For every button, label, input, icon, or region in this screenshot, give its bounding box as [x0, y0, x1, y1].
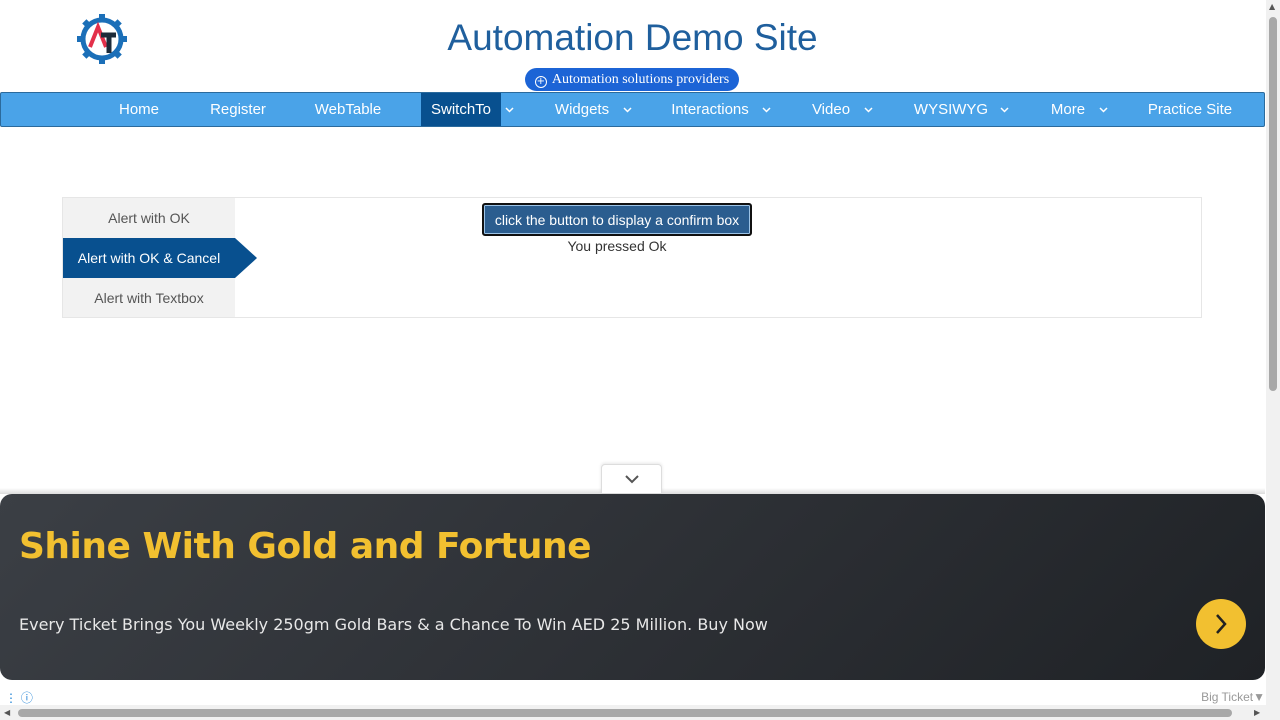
info-icon[interactable]: ⓘ — [21, 691, 33, 705]
chevron-down-icon[interactable] — [1096, 93, 1110, 126]
tab-alert-textbox[interactable]: Alert with Textbox — [63, 278, 235, 318]
nav-interactions[interactable]: Interactions — [665, 93, 755, 126]
nav-register[interactable]: Register — [198, 93, 278, 126]
confirm-box-button[interactable]: click the button to display a confirm bo… — [482, 203, 752, 236]
site-title: Automation Demo Site — [447, 17, 818, 58]
chevron-down-icon[interactable] — [861, 93, 875, 126]
nav-switchto[interactable]: SwitchTo — [421, 93, 501, 126]
confirm-result-text: You pressed Ok — [567, 238, 667, 254]
nav-webtable[interactable]: WebTable — [305, 93, 391, 126]
active-tab-arrow-icon — [235, 238, 257, 278]
ad-info[interactable]: ⋮ ⓘ — [5, 689, 33, 706]
chevron-down-icon[interactable] — [620, 93, 634, 126]
tagline-text: Automation solutions providers — [551, 72, 730, 87]
alert-tabs: Alert with OK Alert with OK & Cancel Ale… — [63, 198, 257, 318]
horizontal-scroll-thumb[interactable] — [18, 709, 1232, 717]
plus-circle-icon: + — [534, 76, 547, 88]
caret-down-icon: ▼ — [1253, 690, 1265, 704]
chevron-right-icon — [1216, 614, 1227, 634]
vertical-scroll-thumb[interactable] — [1269, 17, 1277, 391]
ad-text: Every Ticket Brings You Weekly 250gm Gol… — [19, 615, 768, 634]
tab-alert-ok-cancel[interactable]: Alert with OK & Cancel — [63, 238, 257, 278]
nav-practice-site[interactable]: Practice Site — [1140, 93, 1240, 126]
nav-more[interactable]: More — [1041, 93, 1095, 126]
nav-video[interactable]: Video — [801, 93, 861, 126]
nav-widgets[interactable]: Widgets — [542, 93, 622, 126]
vertical-scrollbar[interactable]: ▲ — [1266, 0, 1280, 720]
ad-title: Shine With Gold and Fortune — [19, 526, 592, 567]
nav-home[interactable]: Home — [107, 93, 171, 126]
chevron-down-icon[interactable] — [997, 93, 1011, 126]
tab-alert-ok-cancel-label: Alert with OK & Cancel — [77, 250, 221, 266]
tab-alert-ok[interactable]: Alert with OK — [63, 198, 235, 238]
chevron-down-icon[interactable] — [502, 93, 516, 126]
tagline-badge[interactable]: + Automation solutions providers — [525, 68, 739, 91]
scroll-left-icon[interactable]: ◀ — [4, 708, 10, 717]
scroll-right-icon[interactable]: ▶ — [1254, 708, 1260, 717]
main-navbar: Home Register WebTable SwitchTo Widgets … — [0, 92, 1265, 127]
chevron-down-icon[interactable] — [759, 93, 773, 126]
ad-banner[interactable]: Shine With Gold and Fortune Every Ticket… — [0, 494, 1265, 680]
scroll-up-icon[interactable]: ▲ — [1269, 2, 1275, 11]
kebab-menu-icon[interactable]: ⋮ — [5, 691, 17, 705]
chevron-down-icon — [624, 475, 639, 484]
nav-wysiwyg[interactable]: WYSIWYG — [906, 93, 996, 126]
ad-collapse-toggle[interactable] — [601, 464, 662, 493]
ad-brand-label: Big Ticket — [1201, 690, 1254, 704]
horizontal-scrollbar[interactable]: ◀ ▶ — [0, 705, 1266, 720]
ad-next-button[interactable] — [1196, 599, 1246, 649]
ad-brand[interactable]: Big Ticket▼ — [1201, 690, 1265, 704]
